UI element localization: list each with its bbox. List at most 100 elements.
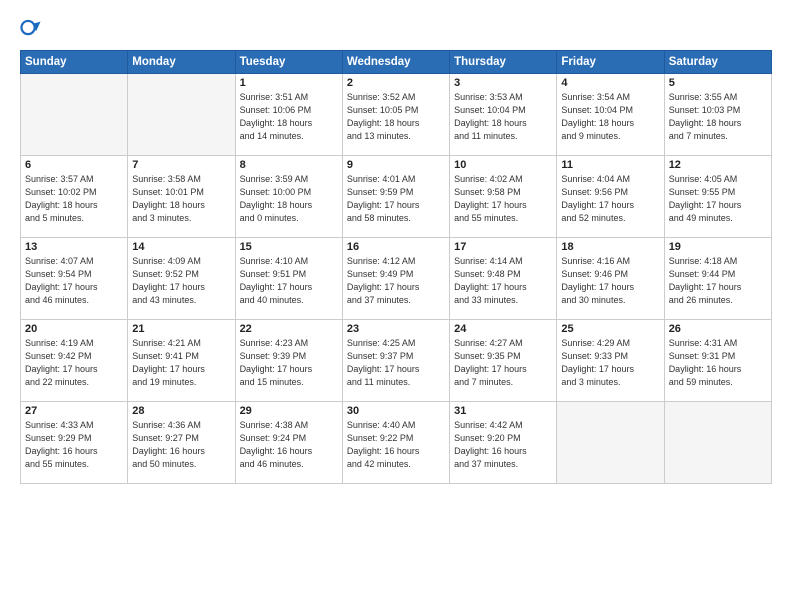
- day-info: Sunrise: 3:52 AM Sunset: 10:05 PM Daylig…: [347, 91, 445, 143]
- calendar-table: SundayMondayTuesdayWednesdayThursdayFrid…: [20, 50, 772, 484]
- calendar-header-row: SundayMondayTuesdayWednesdayThursdayFrid…: [21, 51, 772, 74]
- calendar-cell: 11 Sunrise: 4:04 AM Sunset: 9:56 PM Dayli…: [557, 156, 664, 238]
- day-info: Sunrise: 4:25 AM Sunset: 9:37 PM Dayligh…: [347, 337, 445, 389]
- calendar-cell: 23 Sunrise: 4:25 AM Sunset: 9:37 PM Dayli…: [342, 320, 449, 402]
- day-number: 2: [347, 77, 445, 89]
- calendar-cell: 27 Sunrise: 4:33 AM Sunset: 9:29 PM Dayli…: [21, 402, 128, 484]
- day-info: Sunrise: 4:21 AM Sunset: 9:41 PM Dayligh…: [132, 337, 230, 389]
- day-info: Sunrise: 4:29 AM Sunset: 9:33 PM Dayligh…: [561, 337, 659, 389]
- calendar-cell: 22Sunrise: 4:23 AM Sunset: 9:39 PM Dayli…: [235, 320, 342, 402]
- day-number: 28: [132, 405, 230, 417]
- day-number: 21: [132, 323, 230, 335]
- calendar-day-header: Tuesday: [235, 51, 342, 74]
- calendar-day-header: Saturday: [664, 51, 771, 74]
- logo-icon: [20, 18, 42, 40]
- calendar-cell: 26 Sunrise: 4:31 AM Sunset: 9:31 PM Dayli…: [664, 320, 771, 402]
- day-info: Sunrise: 3:57 AM Sunset: 10:02 PM Daylig…: [25, 173, 123, 225]
- calendar-week-row: 27 Sunrise: 4:33 AM Sunset: 9:29 PM Dayli…: [21, 402, 772, 484]
- calendar-week-row: 13Sunrise: 4:07 AM Sunset: 9:54 PM Dayli…: [21, 238, 772, 320]
- calendar-cell: 8 Sunrise: 3:59 AM Sunset: 10:00 PM Dayli…: [235, 156, 342, 238]
- calendar-cell: [664, 402, 771, 484]
- day-number: 10: [454, 159, 552, 171]
- day-number: 15: [240, 241, 338, 253]
- day-number: 16: [347, 241, 445, 253]
- day-number: 27: [25, 405, 123, 417]
- calendar-cell: 1Sunrise: 3:51 AM Sunset: 10:06 PM Dayli…: [235, 74, 342, 156]
- day-number: 20: [25, 323, 123, 335]
- calendar-cell: 30 Sunrise: 4:40 AM Sunset: 9:22 PM Dayli…: [342, 402, 449, 484]
- calendar-cell: 16Sunrise: 4:12 AM Sunset: 9:49 PM Dayli…: [342, 238, 449, 320]
- calendar-cell: [128, 74, 235, 156]
- page: SundayMondayTuesdayWednesdayThursdayFrid…: [0, 0, 792, 612]
- day-info: Sunrise: 3:59 AM Sunset: 10:00 PM Daylig…: [240, 173, 338, 225]
- calendar-cell: 31Sunrise: 4:42 AM Sunset: 9:20 PM Dayli…: [450, 402, 557, 484]
- day-number: 9: [347, 159, 445, 171]
- calendar-cell: 3Sunrise: 3:53 AM Sunset: 10:04 PM Dayli…: [450, 74, 557, 156]
- day-number: 30: [347, 405, 445, 417]
- calendar-cell: 29Sunrise: 4:38 AM Sunset: 9:24 PM Dayli…: [235, 402, 342, 484]
- calendar-cell: 25 Sunrise: 4:29 AM Sunset: 9:33 PM Dayli…: [557, 320, 664, 402]
- day-number: 24: [454, 323, 552, 335]
- day-number: 22: [240, 323, 338, 335]
- day-info: Sunrise: 3:54 AM Sunset: 10:04 PM Daylig…: [561, 91, 659, 143]
- day-number: 12: [669, 159, 767, 171]
- day-info: Sunrise: 4:19 AM Sunset: 9:42 PM Dayligh…: [25, 337, 123, 389]
- calendar-cell: 14 Sunrise: 4:09 AM Sunset: 9:52 PM Dayli…: [128, 238, 235, 320]
- day-info: Sunrise: 3:58 AM Sunset: 10:01 PM Daylig…: [132, 173, 230, 225]
- day-info: Sunrise: 4:10 AM Sunset: 9:51 PM Dayligh…: [240, 255, 338, 307]
- calendar-cell: 13Sunrise: 4:07 AM Sunset: 9:54 PM Dayli…: [21, 238, 128, 320]
- day-info: Sunrise: 4:01 AM Sunset: 9:59 PM Dayligh…: [347, 173, 445, 225]
- day-info: Sunrise: 4:33 AM Sunset: 9:29 PM Dayligh…: [25, 419, 123, 471]
- header: [20, 18, 772, 40]
- calendar-day-header: Friday: [557, 51, 664, 74]
- day-info: Sunrise: 4:05 AM Sunset: 9:55 PM Dayligh…: [669, 173, 767, 225]
- calendar-cell: 18 Sunrise: 4:16 AM Sunset: 9:46 PM Dayli…: [557, 238, 664, 320]
- day-number: 17: [454, 241, 552, 253]
- day-number: 11: [561, 159, 659, 171]
- calendar-cell: 12 Sunrise: 4:05 AM Sunset: 9:55 PM Dayli…: [664, 156, 771, 238]
- day-info: Sunrise: 4:16 AM Sunset: 9:46 PM Dayligh…: [561, 255, 659, 307]
- calendar-cell: 2 Sunrise: 3:52 AM Sunset: 10:05 PM Dayli…: [342, 74, 449, 156]
- day-number: 6: [25, 159, 123, 171]
- day-number: 1: [240, 77, 338, 89]
- day-number: 26: [669, 323, 767, 335]
- day-info: Sunrise: 4:36 AM Sunset: 9:27 PM Dayligh…: [132, 419, 230, 471]
- logo: [20, 18, 46, 40]
- day-number: 25: [561, 323, 659, 335]
- calendar-cell: 19 Sunrise: 4:18 AM Sunset: 9:44 PM Dayli…: [664, 238, 771, 320]
- calendar-cell: 28 Sunrise: 4:36 AM Sunset: 9:27 PM Dayli…: [128, 402, 235, 484]
- day-info: Sunrise: 4:18 AM Sunset: 9:44 PM Dayligh…: [669, 255, 767, 307]
- calendar-cell: 6 Sunrise: 3:57 AM Sunset: 10:02 PM Dayli…: [21, 156, 128, 238]
- day-info: Sunrise: 4:27 AM Sunset: 9:35 PM Dayligh…: [454, 337, 552, 389]
- day-number: 14: [132, 241, 230, 253]
- calendar-cell: 10 Sunrise: 4:02 AM Sunset: 9:58 PM Dayli…: [450, 156, 557, 238]
- calendar-day-header: Wednesday: [342, 51, 449, 74]
- day-number: 4: [561, 77, 659, 89]
- day-info: Sunrise: 3:55 AM Sunset: 10:03 PM Daylig…: [669, 91, 767, 143]
- calendar-cell: 9 Sunrise: 4:01 AM Sunset: 9:59 PM Daylig…: [342, 156, 449, 238]
- calendar-cell: 5Sunrise: 3:55 AM Sunset: 10:03 PM Dayli…: [664, 74, 771, 156]
- calendar-cell: 17Sunrise: 4:14 AM Sunset: 9:48 PM Dayli…: [450, 238, 557, 320]
- day-number: 8: [240, 159, 338, 171]
- day-info: Sunrise: 4:42 AM Sunset: 9:20 PM Dayligh…: [454, 419, 552, 471]
- calendar-day-header: Monday: [128, 51, 235, 74]
- day-number: 18: [561, 241, 659, 253]
- day-number: 23: [347, 323, 445, 335]
- day-number: 29: [240, 405, 338, 417]
- day-info: Sunrise: 4:40 AM Sunset: 9:22 PM Dayligh…: [347, 419, 445, 471]
- day-info: Sunrise: 3:53 AM Sunset: 10:04 PM Daylig…: [454, 91, 552, 143]
- calendar-cell: [557, 402, 664, 484]
- day-number: 19: [669, 241, 767, 253]
- day-info: Sunrise: 4:07 AM Sunset: 9:54 PM Dayligh…: [25, 255, 123, 307]
- calendar-cell: 21 Sunrise: 4:21 AM Sunset: 9:41 PM Dayli…: [128, 320, 235, 402]
- day-info: Sunrise: 4:09 AM Sunset: 9:52 PM Dayligh…: [132, 255, 230, 307]
- day-info: Sunrise: 4:02 AM Sunset: 9:58 PM Dayligh…: [454, 173, 552, 225]
- calendar-day-header: Sunday: [21, 51, 128, 74]
- calendar-day-header: Thursday: [450, 51, 557, 74]
- calendar-cell: 24 Sunrise: 4:27 AM Sunset: 9:35 PM Dayli…: [450, 320, 557, 402]
- calendar-cell: 15 Sunrise: 4:10 AM Sunset: 9:51 PM Dayli…: [235, 238, 342, 320]
- day-info: Sunrise: 4:31 AM Sunset: 9:31 PM Dayligh…: [669, 337, 767, 389]
- calendar-cell: 4 Sunrise: 3:54 AM Sunset: 10:04 PM Dayli…: [557, 74, 664, 156]
- calendar-cell: [21, 74, 128, 156]
- day-info: Sunrise: 4:04 AM Sunset: 9:56 PM Dayligh…: [561, 173, 659, 225]
